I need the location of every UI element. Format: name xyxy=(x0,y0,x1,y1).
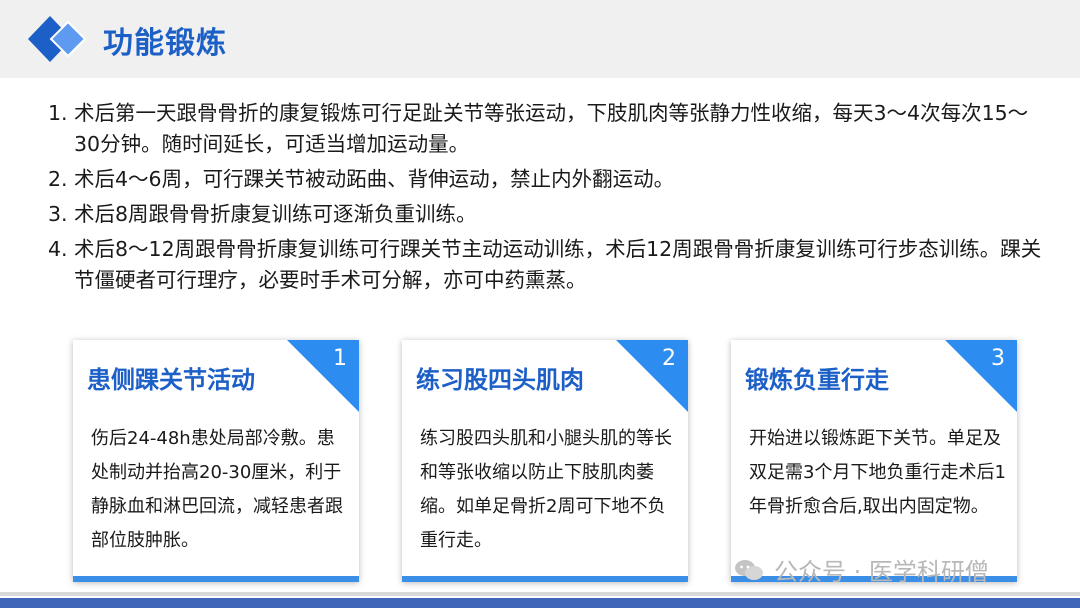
header-band: 功能锻炼 xyxy=(0,0,1080,78)
page-title: 功能锻炼 xyxy=(103,26,227,61)
card-body: 练习股四头肌和小腿头肌的等长和等张收缩以防止下肢肌肉萎缩。如单足骨折2周可下地不… xyxy=(420,428,672,551)
list-item: 2. 术后4～6周，可行踝关节被动跖曲、背伸运动，禁止内外翻运动。 xyxy=(48,164,1048,195)
watermark-text: 公众号 · 医学科研僧 xyxy=(774,558,989,586)
card-ankle-activity: 1 患侧踝关节活动 伤后24-48h患处局部冷敷。患处制动并抬高20-30厘米，… xyxy=(73,340,359,582)
list-item-text: 术后8～12周跟骨骨折康复训练可行踝关节主动运动训练，术后12周跟骨骨折康复训练… xyxy=(74,237,1042,292)
card-quadriceps: 2 练习股四头肌肉 练习股四头肌和小腿头肌的等长和等张收缩以防止下肢肌肉萎缩。如… xyxy=(402,340,688,582)
list-item-number: 4. xyxy=(48,237,68,261)
card-bottom-bar xyxy=(73,576,359,582)
corner-triangle xyxy=(945,340,1017,412)
card-weight-bearing: 3 锻炼负重行走 开始进以锻炼距下关节。单足及双足需3个月下地负重行走术后1年骨… xyxy=(731,340,1017,582)
card-number: 2 xyxy=(662,346,676,371)
wechat-icon xyxy=(735,559,763,580)
list-item-number: 1. xyxy=(48,101,68,125)
list-item: 3. 术后8周跟骨骨折康复训练可逐渐负重训练。 xyxy=(48,199,1048,230)
watermark: 公众号 · 医学科研僧 xyxy=(734,552,989,587)
list-item-text: 术后第一天跟骨骨折的康复锻炼可行足趾关节等张运动，下肢肌肉等张静力性收缩，每天3… xyxy=(74,101,1029,156)
card-title: 练习股四头肌肉 xyxy=(416,366,584,394)
card-bottom-bar xyxy=(402,576,688,582)
corner-triangle xyxy=(616,340,688,412)
card-title: 锻炼负重行走 xyxy=(745,366,889,394)
diamond-logo-icon xyxy=(28,16,87,62)
footer-band xyxy=(0,598,1080,608)
list-item-number: 3. xyxy=(48,202,68,226)
points-list: 1. 术后第一天跟骨骨折的康复锻炼可行足趾关节等张运动，下肢肌肉等张静力性收缩，… xyxy=(48,98,1048,300)
list-item-text: 术后8周跟骨骨折康复训练可逐渐负重训练。 xyxy=(74,202,477,226)
list-item: 4. 术后8～12周跟骨骨折康复训练可行踝关节主动运动训练，术后12周跟骨骨折康… xyxy=(48,234,1048,296)
list-item: 1. 术后第一天跟骨骨折的康复锻炼可行足趾关节等张运动，下肢肌肉等张静力性收缩，… xyxy=(48,98,1048,160)
card-body: 伤后24-48h患处局部冷敷。患处制动并抬高20-30厘米，利于静脉血和淋巴回流… xyxy=(91,428,343,551)
footer-stripe xyxy=(0,592,1080,596)
card-title: 患侧踝关节活动 xyxy=(87,366,255,394)
corner-triangle xyxy=(287,340,359,412)
list-item-text: 术后4～6周，可行踝关节被动跖曲、背伸运动，禁止内外翻运动。 xyxy=(74,167,675,191)
card-number: 3 xyxy=(991,346,1005,371)
card-number: 1 xyxy=(333,346,347,371)
list-item-number: 2. xyxy=(48,167,68,191)
card-body: 开始进以锻炼距下关节。单足及双足需3个月下地负重行走术后1年骨折愈合后,取出内固… xyxy=(749,428,1006,517)
